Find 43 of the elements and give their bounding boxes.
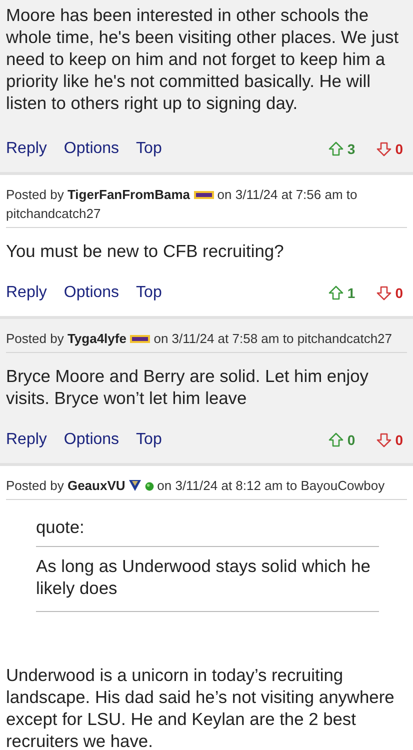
downvote-count: 0 xyxy=(395,432,403,448)
upvote-count: 0 xyxy=(347,432,356,448)
downvote-icon xyxy=(376,141,392,157)
upvote-icon xyxy=(328,432,344,448)
action-link[interactable]: Options xyxy=(64,431,120,449)
team-logo-icon xyxy=(128,480,141,491)
downvote-count: 0 xyxy=(395,141,403,157)
online-status-icon xyxy=(144,482,154,491)
upvote-icon xyxy=(328,141,344,157)
author-link[interactable]: TigerFanFromBama xyxy=(67,187,190,202)
post-text: You must be new to CFB recruiting? xyxy=(6,240,285,263)
recipient-link[interactable]: pitchandcatch27 xyxy=(297,331,392,346)
action-link[interactable]: Options xyxy=(64,284,120,302)
action-link[interactable]: Options xyxy=(64,140,120,158)
author-link[interactable]: GeauxVU xyxy=(67,478,126,493)
post-meta: on 3/11/24 at 8:12 am to xyxy=(157,478,298,493)
post-meta: on 3/11/24 at 7:56 am to xyxy=(217,187,358,202)
upvote-count: 3 xyxy=(347,141,356,157)
downvote-icon xyxy=(376,285,392,301)
action-link[interactable]: Top xyxy=(136,431,162,449)
team-logo-icon xyxy=(130,334,150,344)
post-text: Moore has been interested in other schools the whole time, he's been visiting other places. We just need to keep on him and not forget to keep him a priority like he's not committed basically. He will listen to others right up to signing day. xyxy=(6,4,400,115)
author-link[interactable]: Tyga4lyfe xyxy=(67,331,126,346)
downvote-count: 0 xyxy=(395,285,403,301)
posted-by-label: Posted by xyxy=(6,478,64,493)
recipient-link[interactable]: pitchandcatch27 xyxy=(6,206,101,221)
upvote-icon xyxy=(328,285,344,301)
quoted-text: As long as Underwood stays solid which he likely does xyxy=(36,547,379,612)
upvote-count: 1 xyxy=(347,285,356,301)
post-text: Bryce Moore and Berry are solid. Let him enjoy visits. Bryce won’t let him leave xyxy=(6,365,370,410)
action-link[interactable]: Top xyxy=(136,140,162,158)
team-logo-icon xyxy=(194,190,214,200)
action-link[interactable]: Top xyxy=(136,284,162,302)
posted-by-label: Posted by xyxy=(6,187,64,202)
action-link[interactable]: Reply xyxy=(6,431,47,449)
quote-label: quote: xyxy=(36,512,379,547)
posted-by-label: Posted by xyxy=(6,331,64,346)
downvote-icon xyxy=(376,432,392,448)
recipient-link[interactable]: BayouCowboy xyxy=(300,478,385,493)
post-meta: on 3/11/24 at 7:58 am to xyxy=(154,331,294,346)
action-link[interactable]: Reply xyxy=(6,140,47,158)
post-text: Underwood is a unicorn in today’s recruiting landscape. His dad said he’s not visiting anywhere except for LSU. He and Keylan are the 2 best recruiters we have. xyxy=(6,664,396,750)
action-link[interactable]: Reply xyxy=(6,284,47,302)
